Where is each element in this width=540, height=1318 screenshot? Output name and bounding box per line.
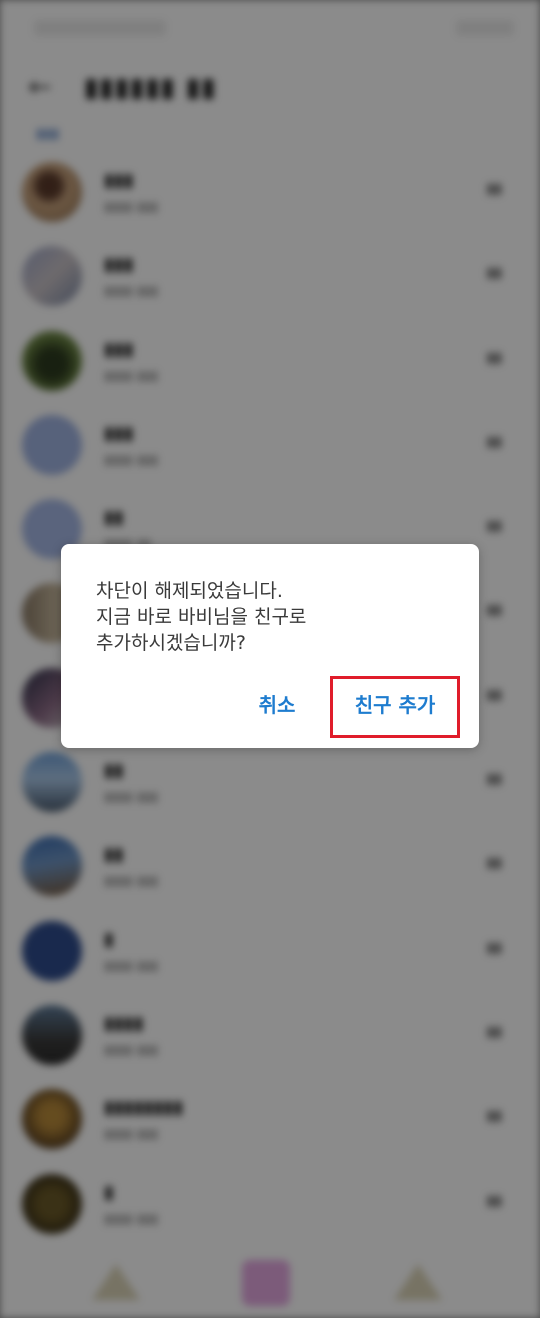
dialog-message-line: 차단이 해제되었습니다. — [96, 580, 283, 602]
dialog-message-line: 추가하시겠습니까? — [96, 632, 246, 654]
dialog-message: 차단이 해제되었습니다. 지금 바로 바비님을 친구로 추가하시겠습니까? — [96, 578, 456, 656]
dialog-message-line: 지금 바로 바비님을 친구로 — [96, 606, 307, 628]
unblock-confirm-dialog: 차단이 해제되었습니다. 지금 바로 바비님을 친구로 추가하시겠습니까? 취소… — [61, 544, 479, 748]
cancel-button[interactable]: 취소 — [242, 687, 312, 723]
add-friend-button[interactable]: 친구 추가 — [337, 687, 453, 723]
